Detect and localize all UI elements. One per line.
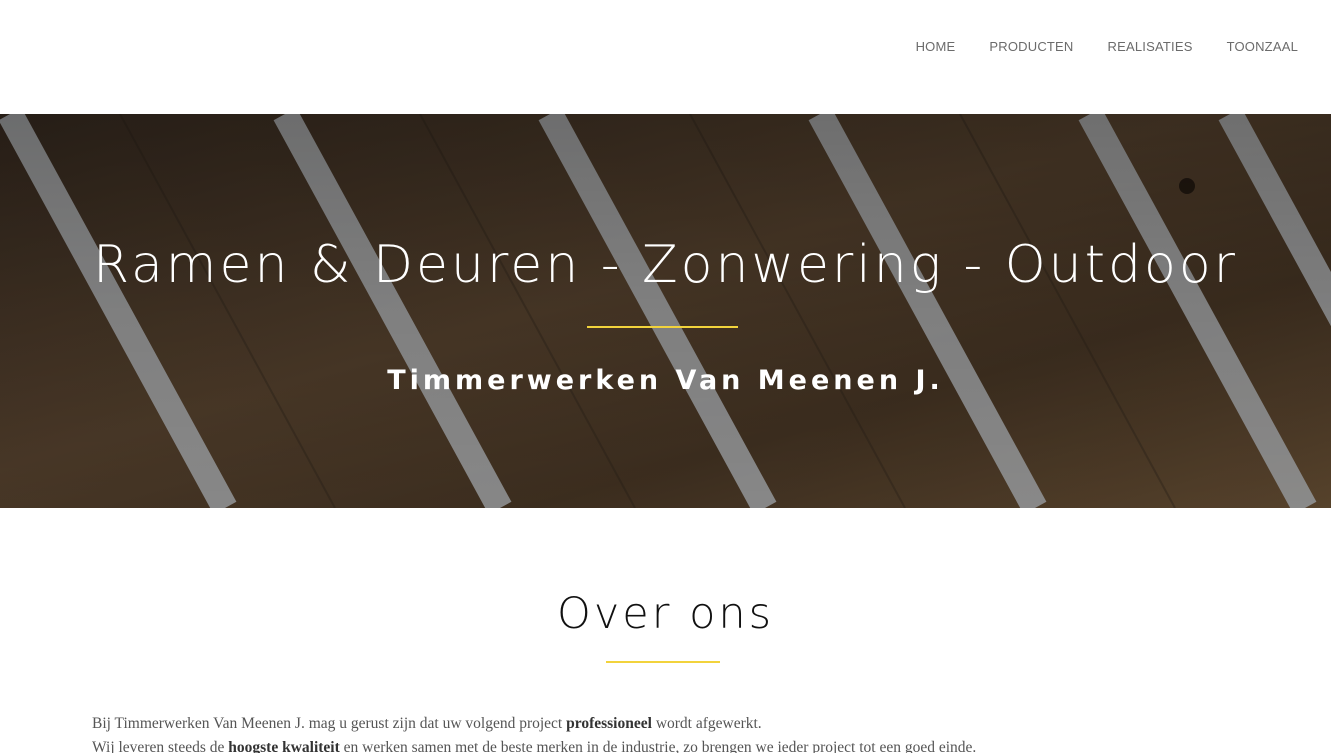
nav-item-realisaties[interactable]: REALISATIES xyxy=(1108,39,1193,55)
site-header: HOME PRODUCTEN REALISATIES TOONZAAL xyxy=(0,0,1331,114)
hero-banner: Ramen & Deuren - Zonwering - Outdoor Tim… xyxy=(0,114,1331,508)
hero-subtitle: Timmerwerken Van Meenen J. xyxy=(387,365,944,396)
about-line-1: Bij Timmerwerken Van Meenen J. mag u ger… xyxy=(92,712,1242,736)
hero-title: Ramen & Deuren - Zonwering - Outdoor xyxy=(92,235,1239,295)
about-divider xyxy=(606,661,720,663)
about-section: Over ons Bij Timmerwerken Van Meenen J. … xyxy=(0,508,1331,753)
hero-wood-background xyxy=(0,114,1331,508)
about-line-2-bold: hoogste kwaliteit xyxy=(228,739,340,753)
about-title: Over ons xyxy=(556,589,775,639)
about-line-2: Wij leveren steeds de hoogste kwaliteit … xyxy=(92,736,1242,753)
nav-item-home[interactable]: HOME xyxy=(916,39,956,55)
hero-divider xyxy=(587,326,738,328)
about-line-1-post: wordt afgewerkt. xyxy=(651,715,762,732)
nav-item-producten[interactable]: PRODUCTEN xyxy=(989,39,1073,55)
about-line-1-bold: professioneel xyxy=(566,715,652,732)
about-text: Bij Timmerwerken Van Meenen J. mag u ger… xyxy=(92,712,1242,753)
main-nav: HOME PRODUCTEN REALISATIES TOONZAAL xyxy=(916,39,1298,55)
about-line-1-pre: Bij Timmerwerken Van Meenen J. mag u ger… xyxy=(92,715,567,732)
nav-item-toonzaal[interactable]: TOONZAAL xyxy=(1227,39,1298,55)
about-line-2-post: en werken samen met de beste merken in d… xyxy=(339,739,977,753)
about-line-2-pre: Wij leveren steeds de xyxy=(92,739,229,753)
